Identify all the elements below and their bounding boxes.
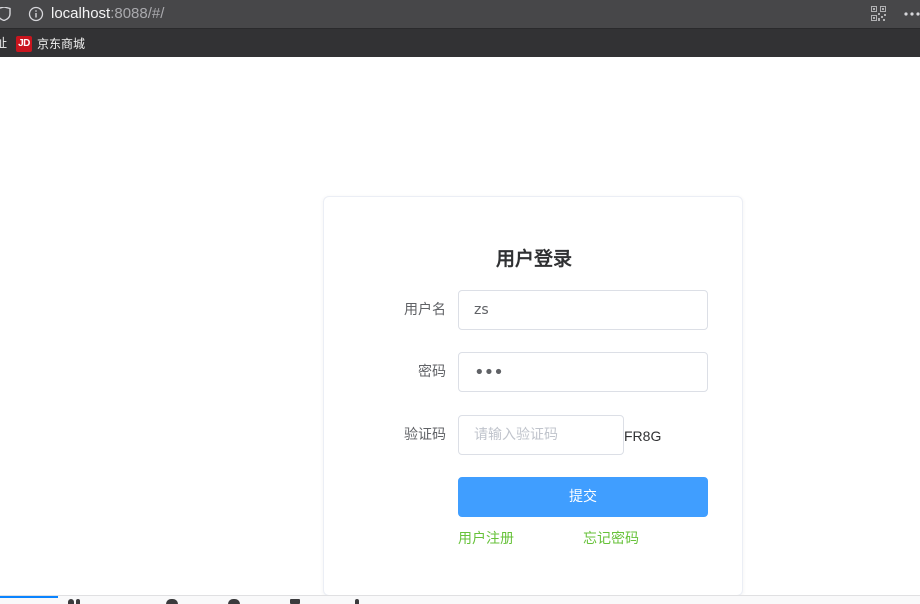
toolbar-icon[interactable]: [228, 599, 240, 604]
bookmark-label: 京东商城: [37, 36, 86, 51]
toolbar-icon[interactable]: [68, 599, 74, 604]
bookmark-partial[interactable]: 址: [0, 35, 7, 51]
shield-icon[interactable]: [0, 7, 12, 21]
toolbar-icon[interactable]: [355, 599, 359, 604]
username-input[interactable]: [458, 290, 708, 330]
register-link[interactable]: 用户注册: [458, 530, 514, 548]
password-input[interactable]: [458, 352, 708, 392]
captcha-input[interactable]: [458, 415, 624, 455]
url-host: localhost: [51, 5, 111, 22]
forgot-password-link[interactable]: 忘记密码: [583, 530, 639, 548]
submit-button[interactable]: 提交: [458, 477, 708, 517]
toolbar-icon[interactable]: [290, 599, 300, 604]
toolbar-icon[interactable]: [166, 599, 178, 604]
more-icon[interactable]: [904, 12, 920, 16]
bookmarks-bar: 址 JD 京东商城: [0, 28, 920, 57]
jd-logo-icon: JD: [16, 35, 32, 52]
captcha-code[interactable]: FR8G: [624, 428, 661, 444]
qr-code-icon[interactable]: [871, 6, 886, 21]
login-card: 用户登录 用户名 密码 验证码 FR8G 提交 用户注册 忘记密码: [323, 196, 743, 596]
bookmark-jd[interactable]: JD 京东商城: [16, 35, 85, 52]
browser-url-bar: localhost:8088/#/: [0, 0, 920, 28]
password-label: 密码: [418, 364, 446, 380]
page-content: 用户登录 用户名 密码 验证码 FR8G 提交 用户注册 忘记密码: [0, 57, 920, 596]
username-label: 用户名: [404, 302, 446, 318]
captcha-label: 验证码: [404, 427, 446, 443]
active-tab-indicator: [0, 596, 58, 598]
info-icon[interactable]: [28, 6, 44, 22]
login-title: 用户登录: [495, 248, 572, 270]
bottom-toolbar: [0, 595, 920, 604]
url-field[interactable]: localhost:8088/#/: [51, 5, 164, 23]
url-path: :8088/#/: [110, 5, 165, 22]
toolbar-icon[interactable]: [76, 599, 80, 604]
